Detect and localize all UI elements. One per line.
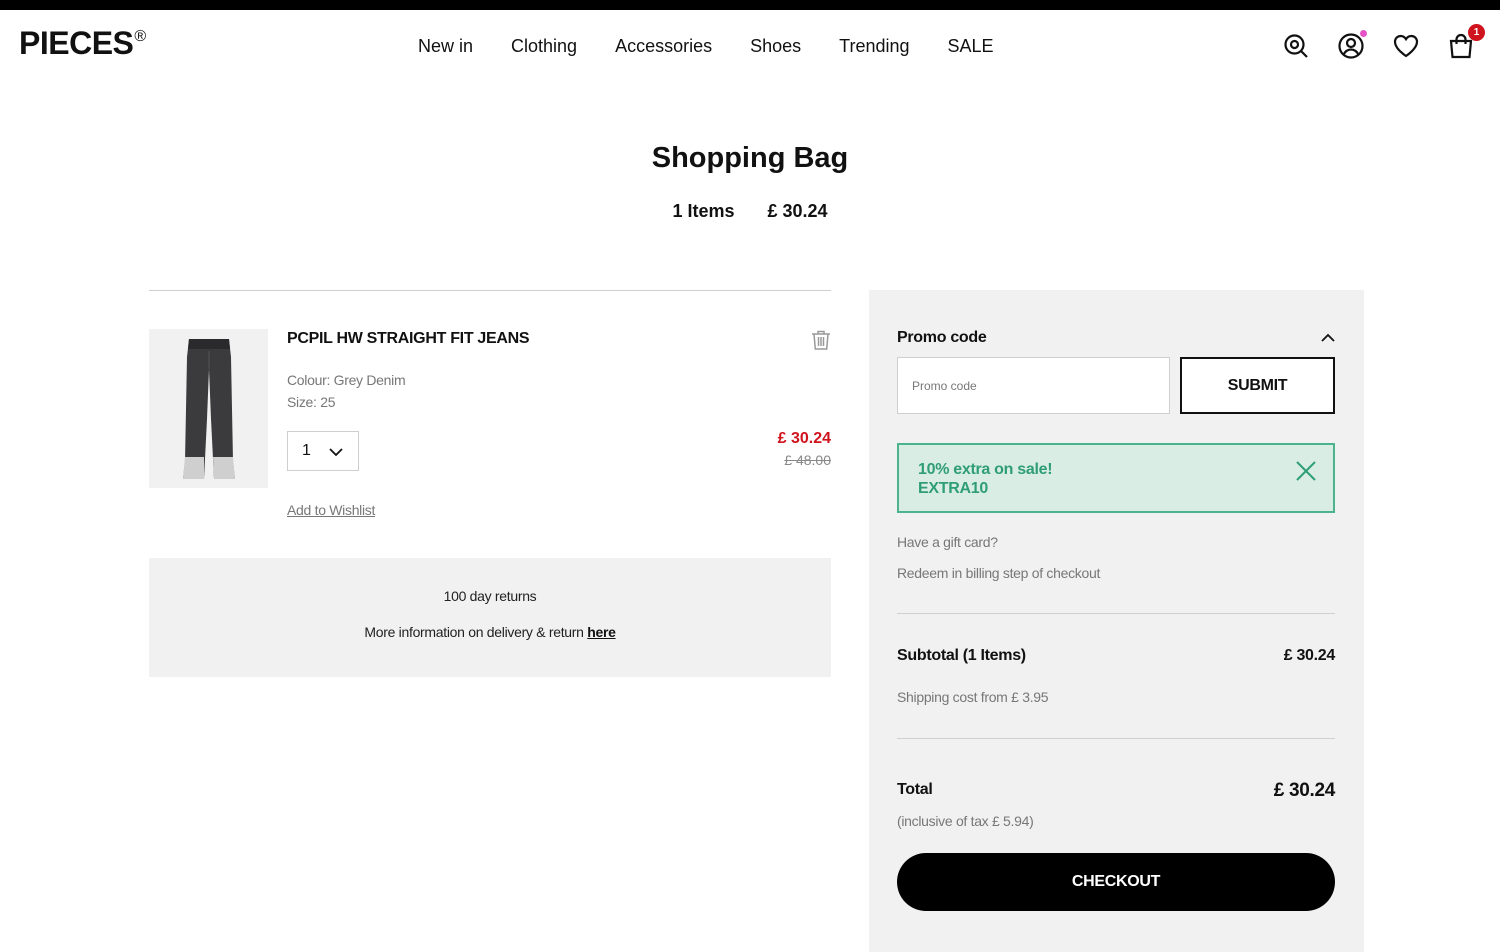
search-icon[interactable]: [1282, 32, 1310, 60]
promo-submit-button[interactable]: SUBMIT: [1180, 357, 1335, 414]
top-bar: [0, 0, 1500, 10]
nav-sale[interactable]: SALE: [948, 35, 994, 57]
quantity-select[interactable]: 1: [287, 431, 359, 471]
items-count: 1 Items: [672, 201, 735, 221]
gift-card-info: Redeem in billing step of checkout: [897, 565, 1101, 581]
page-title: Shopping Bag: [651, 142, 849, 174]
shipping-cost: Shipping cost from £ 3.95: [897, 689, 1049, 705]
nav-new-in[interactable]: New in: [418, 35, 473, 57]
close-icon[interactable]: [1295, 460, 1317, 482]
brand-name: PIECES: [19, 25, 134, 61]
returns-title: 100 day returns: [443, 588, 537, 604]
product-colour: Colour: Grey Denim: [287, 372, 406, 388]
account-notification-dot: [1360, 30, 1367, 37]
chevron-up-icon[interactable]: [1320, 330, 1336, 351]
site-header: PIECES® New in Clothing Accessories Shoe…: [0, 10, 1500, 82]
order-summary: Promo code SUBMIT 10% extra on sale! EXT…: [869, 290, 1364, 952]
bag-summary: 1 Items £ 30.24: [0, 201, 1500, 222]
quantity-value: 1: [302, 442, 311, 459]
price-original: £ 48.00: [784, 452, 831, 468]
total-label: Total: [897, 781, 933, 798]
divider: [897, 613, 1335, 614]
brand-mark: ®: [134, 28, 146, 45]
total-value: £ 30.24: [1273, 780, 1336, 801]
price-current: £ 30.24: [777, 430, 831, 447]
main-nav: New in Clothing Accessories Shoes Trendi…: [418, 35, 994, 57]
nav-accessories[interactable]: Accessories: [615, 35, 712, 57]
tax-info: (inclusive of tax £ 5.94): [897, 813, 1034, 829]
checkout-button[interactable]: CHECKOUT: [897, 853, 1335, 911]
applied-promo-code: EXTRA10: [918, 480, 988, 497]
chevron-down-icon: [328, 444, 344, 465]
heart-icon[interactable]: [1392, 32, 1420, 60]
bag-count-badge: 1: [1468, 24, 1485, 41]
bag-icon[interactable]: 1: [1447, 24, 1485, 60]
divider: [149, 290, 831, 291]
applied-promo-title: 10% extra on sale!: [918, 461, 1053, 478]
product-size: Size: 25: [287, 394, 336, 410]
nav-shoes[interactable]: Shoes: [750, 35, 801, 57]
bag-total: £ 30.24: [767, 201, 828, 221]
returns-info: 100 day returns More information on deli…: [149, 558, 831, 677]
bag-items: PCPIL HW STRAIGHT FIT JEANS Colour: Grey…: [149, 290, 831, 677]
gift-card-question: Have a gift card?: [897, 534, 998, 550]
bag-line-item: PCPIL HW STRAIGHT FIT JEANS Colour: Grey…: [149, 329, 831, 529]
applied-promo: 10% extra on sale! EXTRA10: [897, 443, 1335, 513]
nav-clothing[interactable]: Clothing: [511, 35, 577, 57]
divider: [897, 738, 1335, 739]
returns-link[interactable]: here: [587, 624, 616, 640]
nav-trending[interactable]: Trending: [839, 35, 909, 57]
returns-text-label: More information on delivery & return: [364, 624, 588, 640]
add-to-wishlist-link[interactable]: Add to Wishlist: [287, 502, 375, 518]
returns-text: More information on delivery & return he…: [149, 624, 831, 640]
promo-code-label: Promo code: [897, 329, 987, 346]
brand-logo[interactable]: PIECES®: [19, 27, 146, 59]
subtotal-label: Subtotal (1 Items): [897, 647, 1026, 664]
promo-code-input[interactable]: [897, 357, 1170, 414]
product-image[interactable]: [149, 329, 268, 488]
trash-icon[interactable]: [810, 329, 832, 351]
product-name[interactable]: PCPIL HW STRAIGHT FIT JEANS: [287, 330, 530, 348]
subtotal-value: £ 30.24: [1283, 647, 1336, 664]
account-icon[interactable]: [1337, 30, 1367, 60]
